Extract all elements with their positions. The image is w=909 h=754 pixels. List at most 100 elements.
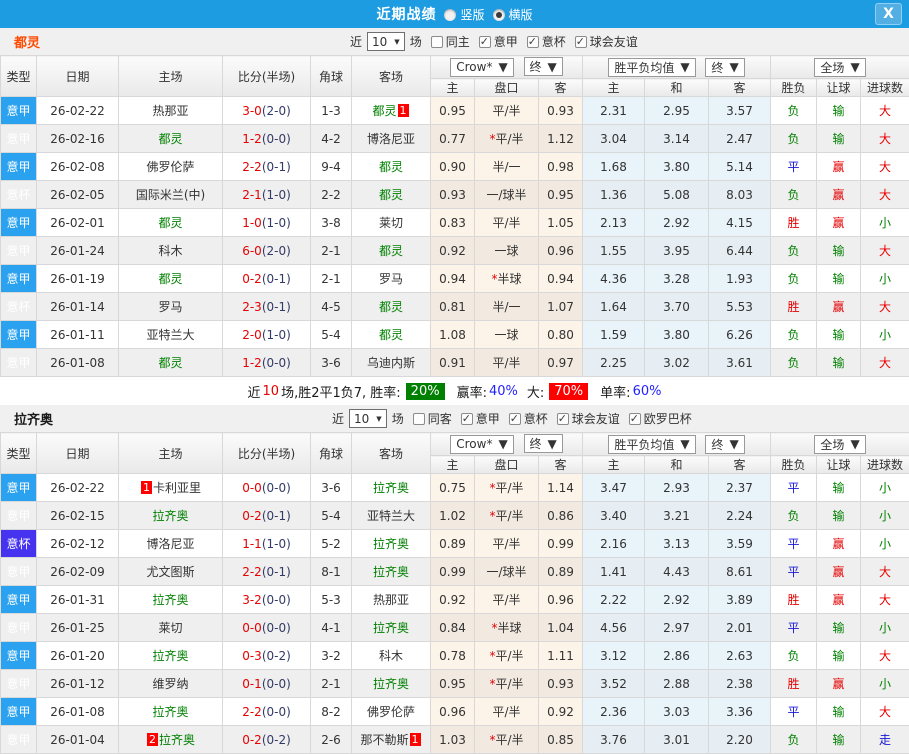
away-team-name: 乌迪内斯: [367, 356, 415, 370]
match-count-select[interactable]: 10 ▼: [367, 32, 405, 51]
handicap-result-cell: 输: [817, 265, 861, 293]
checkbox-checked[interactable]: [527, 36, 539, 48]
checkbox-checked[interactable]: [509, 413, 521, 425]
away-team-cell: 拉齐奥: [352, 474, 431, 502]
odds-away-cell: 1.14: [539, 474, 583, 502]
avg-home-cell: 3.12: [583, 642, 645, 670]
avg-home-cell: 1.59: [583, 321, 645, 349]
goals-result-cell: 小: [861, 209, 909, 237]
avg-home-cell: 3.47: [583, 474, 645, 502]
checkbox-checked[interactable]: [461, 413, 473, 425]
avg-away-cell: 2.37: [709, 474, 771, 502]
away-team-name: 拉齐奥: [373, 481, 409, 495]
checkbox-checked[interactable]: [479, 36, 491, 48]
match-row: 意甲26-02-08佛罗伦萨2-2(0-1)9-4都灵0.90半/一0.981.…: [1, 153, 909, 181]
chevron-down-icon: ▼: [548, 437, 557, 451]
avg-type-select[interactable]: 胜平负均值▼: [608, 435, 695, 454]
away-team-name: 亚特兰大: [367, 509, 415, 523]
avg-home-cell: 1.41: [583, 558, 645, 586]
checkbox-checked[interactable]: [575, 36, 587, 48]
avg-away-cell: 8.03: [709, 181, 771, 209]
fulltime-score: 0-2: [242, 733, 262, 747]
date-cell: 26-01-08: [37, 349, 119, 377]
home-team-name: 拉齐奥: [152, 593, 188, 607]
avg-home-cell: 2.36: [583, 698, 645, 726]
match-count-select[interactable]: 10 ▼: [349, 409, 387, 428]
close-button[interactable]: X: [875, 3, 902, 25]
result-cell: 负: [771, 97, 817, 125]
score-cell: 2-2(0-1): [223, 153, 311, 181]
handicap-text: 一/球半: [486, 188, 526, 202]
score-cell: 3-2(0-0): [223, 586, 311, 614]
away-team-cell: 博洛尼亚: [352, 125, 431, 153]
odds-away-cell: 0.92: [539, 698, 583, 726]
halftime-score: (0-0): [262, 356, 291, 370]
odds-away-cell: 0.95: [539, 181, 583, 209]
goals-result-cell: 小: [861, 474, 909, 502]
filter-controls: 近 10 ▼ 场 同主意甲意杯球会友谊: [350, 32, 638, 51]
match-row: 意甲26-01-20拉齐奥0-3(0-2)3-2科木0.78*平/半1.113.…: [1, 642, 909, 670]
odds-company-select[interactable]: Crow*▼: [450, 435, 513, 454]
odds-home-cell: 0.84: [431, 614, 475, 642]
avg-home-cell: 3.04: [583, 125, 645, 153]
corner-cell: 8-2: [311, 698, 352, 726]
home-team-name: 都灵: [158, 272, 182, 286]
checkbox-unchecked[interactable]: [413, 413, 425, 425]
away-team-name: 佛罗伦萨: [367, 705, 415, 719]
summary-win-value: 40%: [489, 384, 518, 399]
corner-cell: 5-2: [311, 530, 352, 558]
league-filter-checkboxes: 同客意甲意杯球会友谊欧罗巴杯: [404, 410, 692, 427]
fulltime-score: 3-0: [242, 104, 262, 118]
view-radio-selected[interactable]: [493, 9, 505, 21]
goals-result-cell: 小: [861, 670, 909, 698]
checkbox-unchecked[interactable]: [431, 36, 443, 48]
avg-final-select[interactable]: 终▼: [705, 58, 744, 77]
odds-home-cell: 1.03: [431, 726, 475, 754]
scope-select[interactable]: 全场▼: [814, 58, 865, 77]
handicap-result-cell: 输: [817, 642, 861, 670]
checkbox-label: 意杯: [542, 35, 566, 49]
away-team-cell: 那不勒斯1: [352, 726, 431, 754]
summary-biglabel: 大:: [527, 382, 544, 401]
checkbox-checked[interactable]: [557, 413, 569, 425]
odds-company-select[interactable]: Crow*▼: [450, 58, 513, 77]
score-cell: 2-2(0-1): [223, 558, 311, 586]
fulltime-score: 0-3: [242, 649, 262, 663]
odds-final-select[interactable]: 终▼: [524, 434, 563, 453]
handicap-cell: 平/半: [475, 97, 539, 125]
fulltime-score: 3-2: [242, 593, 262, 607]
away-team-name: 热那亚: [373, 593, 409, 607]
odds-home-cell: 0.83: [431, 209, 475, 237]
filter-controls: 近 10 ▼ 场 同客意甲意杯球会友谊欧罗巴杯: [332, 409, 692, 428]
avg-draw-cell: 2.93: [645, 474, 709, 502]
handicap-text: 平/半: [495, 509, 523, 523]
date-cell: 26-01-20: [37, 642, 119, 670]
scope-select[interactable]: 全场▼: [814, 435, 865, 454]
handicap-cell: 平/半: [475, 586, 539, 614]
handicap-text: 半球: [497, 272, 521, 286]
avg-final-select[interactable]: 终▼: [705, 435, 744, 454]
match-row: 意甲26-01-24科木6-0(2-0)2-1都灵0.92一球0.961.553…: [1, 237, 909, 265]
avg-home-cell: 3.76: [583, 726, 645, 754]
away-team-name: 科木: [379, 649, 403, 663]
sub-header-handicap: 盘口: [475, 79, 539, 97]
view-radio-unselected[interactable]: [444, 9, 456, 21]
away-team-name: 都灵: [379, 300, 403, 314]
checkbox-label: 球会友谊: [590, 35, 638, 49]
goals-result-cell: 大: [861, 181, 909, 209]
avg-draw-cell: 2.88: [645, 670, 709, 698]
handicap-cell: 平/半: [475, 698, 539, 726]
checkbox-checked[interactable]: [629, 413, 641, 425]
result-cell: 胜: [771, 586, 817, 614]
fulltime-score: 2-0: [242, 328, 262, 342]
odds-final-select[interactable]: 终▼: [524, 57, 563, 76]
avg-type-select[interactable]: 胜平负均值▼: [608, 58, 695, 77]
avg-draw-cell: 4.43: [645, 558, 709, 586]
goals-result-cell: 大: [861, 349, 909, 377]
avg-draw-cell: 2.95: [645, 97, 709, 125]
view-radio-label: 竖版: [460, 8, 484, 22]
league-cell: 意杯: [1, 293, 37, 321]
match-count-value: 10: [372, 35, 387, 49]
halftime-score: (0-0): [262, 132, 291, 146]
avg-away-cell: 5.53: [709, 293, 771, 321]
